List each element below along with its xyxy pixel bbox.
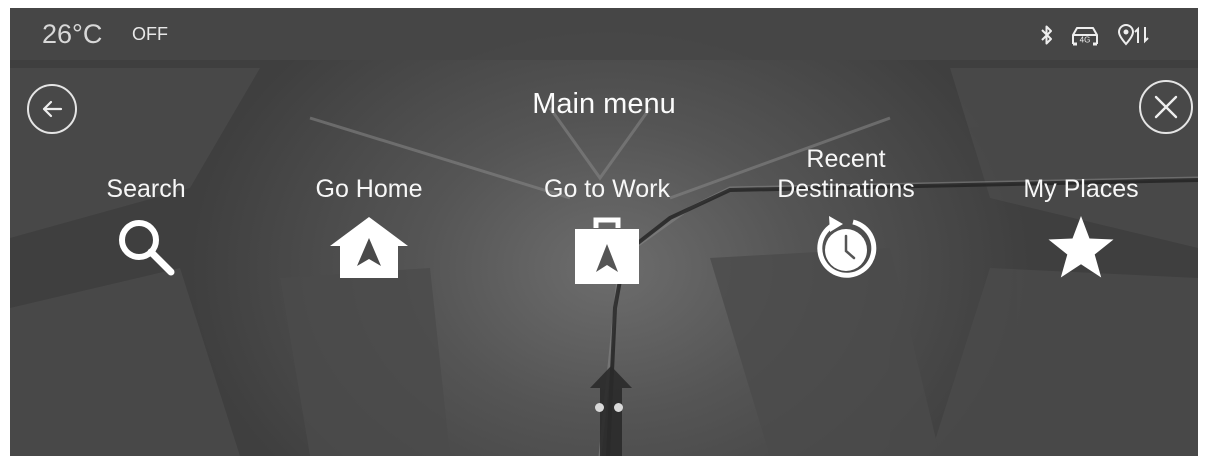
4g-car-icon: 4G — [1070, 23, 1100, 47]
page-title: Main menu — [532, 88, 676, 120]
menu-item-search[interactable]: Search — [36, 142, 256, 284]
menu-item-label: Go Home — [315, 175, 423, 203]
menu-item-recent-destinations[interactable]: Recent Destinations — [736, 142, 956, 284]
work-briefcase-icon — [575, 217, 639, 284]
page-indicator[interactable] — [595, 403, 623, 412]
svg-text:4G: 4G — [1080, 36, 1091, 45]
temperature-readout: 26°C — [42, 19, 103, 49]
menu-item-go-to-work[interactable]: Go to Work — [497, 142, 717, 284]
menu-item-label: My Places — [1023, 175, 1139, 203]
status-icons: 4G — [1040, 22, 1150, 48]
status-bar: 26°C OFF 4G — [10, 8, 1198, 60]
menu-item-my-places[interactable]: My Places — [971, 142, 1191, 284]
navigation-screen: 26°C OFF 4G Main menu Search Go Home Go … — [10, 8, 1198, 456]
page-dot[interactable] — [614, 403, 623, 412]
home-icon — [330, 217, 408, 278]
recent-history-icon — [817, 216, 877, 278]
menu-item-label: Recent Destinations — [777, 145, 915, 203]
location-sync-icon — [1116, 23, 1150, 47]
menu-item-label: Search — [106, 175, 186, 203]
star-icon — [1048, 216, 1114, 278]
close-icon — [1154, 95, 1178, 119]
menu-item-label: Go to Work — [544, 175, 670, 203]
close-button[interactable] — [1139, 80, 1193, 134]
menu-item-go-home[interactable]: Go Home — [259, 142, 479, 284]
climate-state: OFF — [132, 24, 168, 44]
search-icon — [119, 220, 175, 276]
page-dot[interactable] — [595, 403, 604, 412]
bluetooth-icon — [1040, 24, 1054, 46]
